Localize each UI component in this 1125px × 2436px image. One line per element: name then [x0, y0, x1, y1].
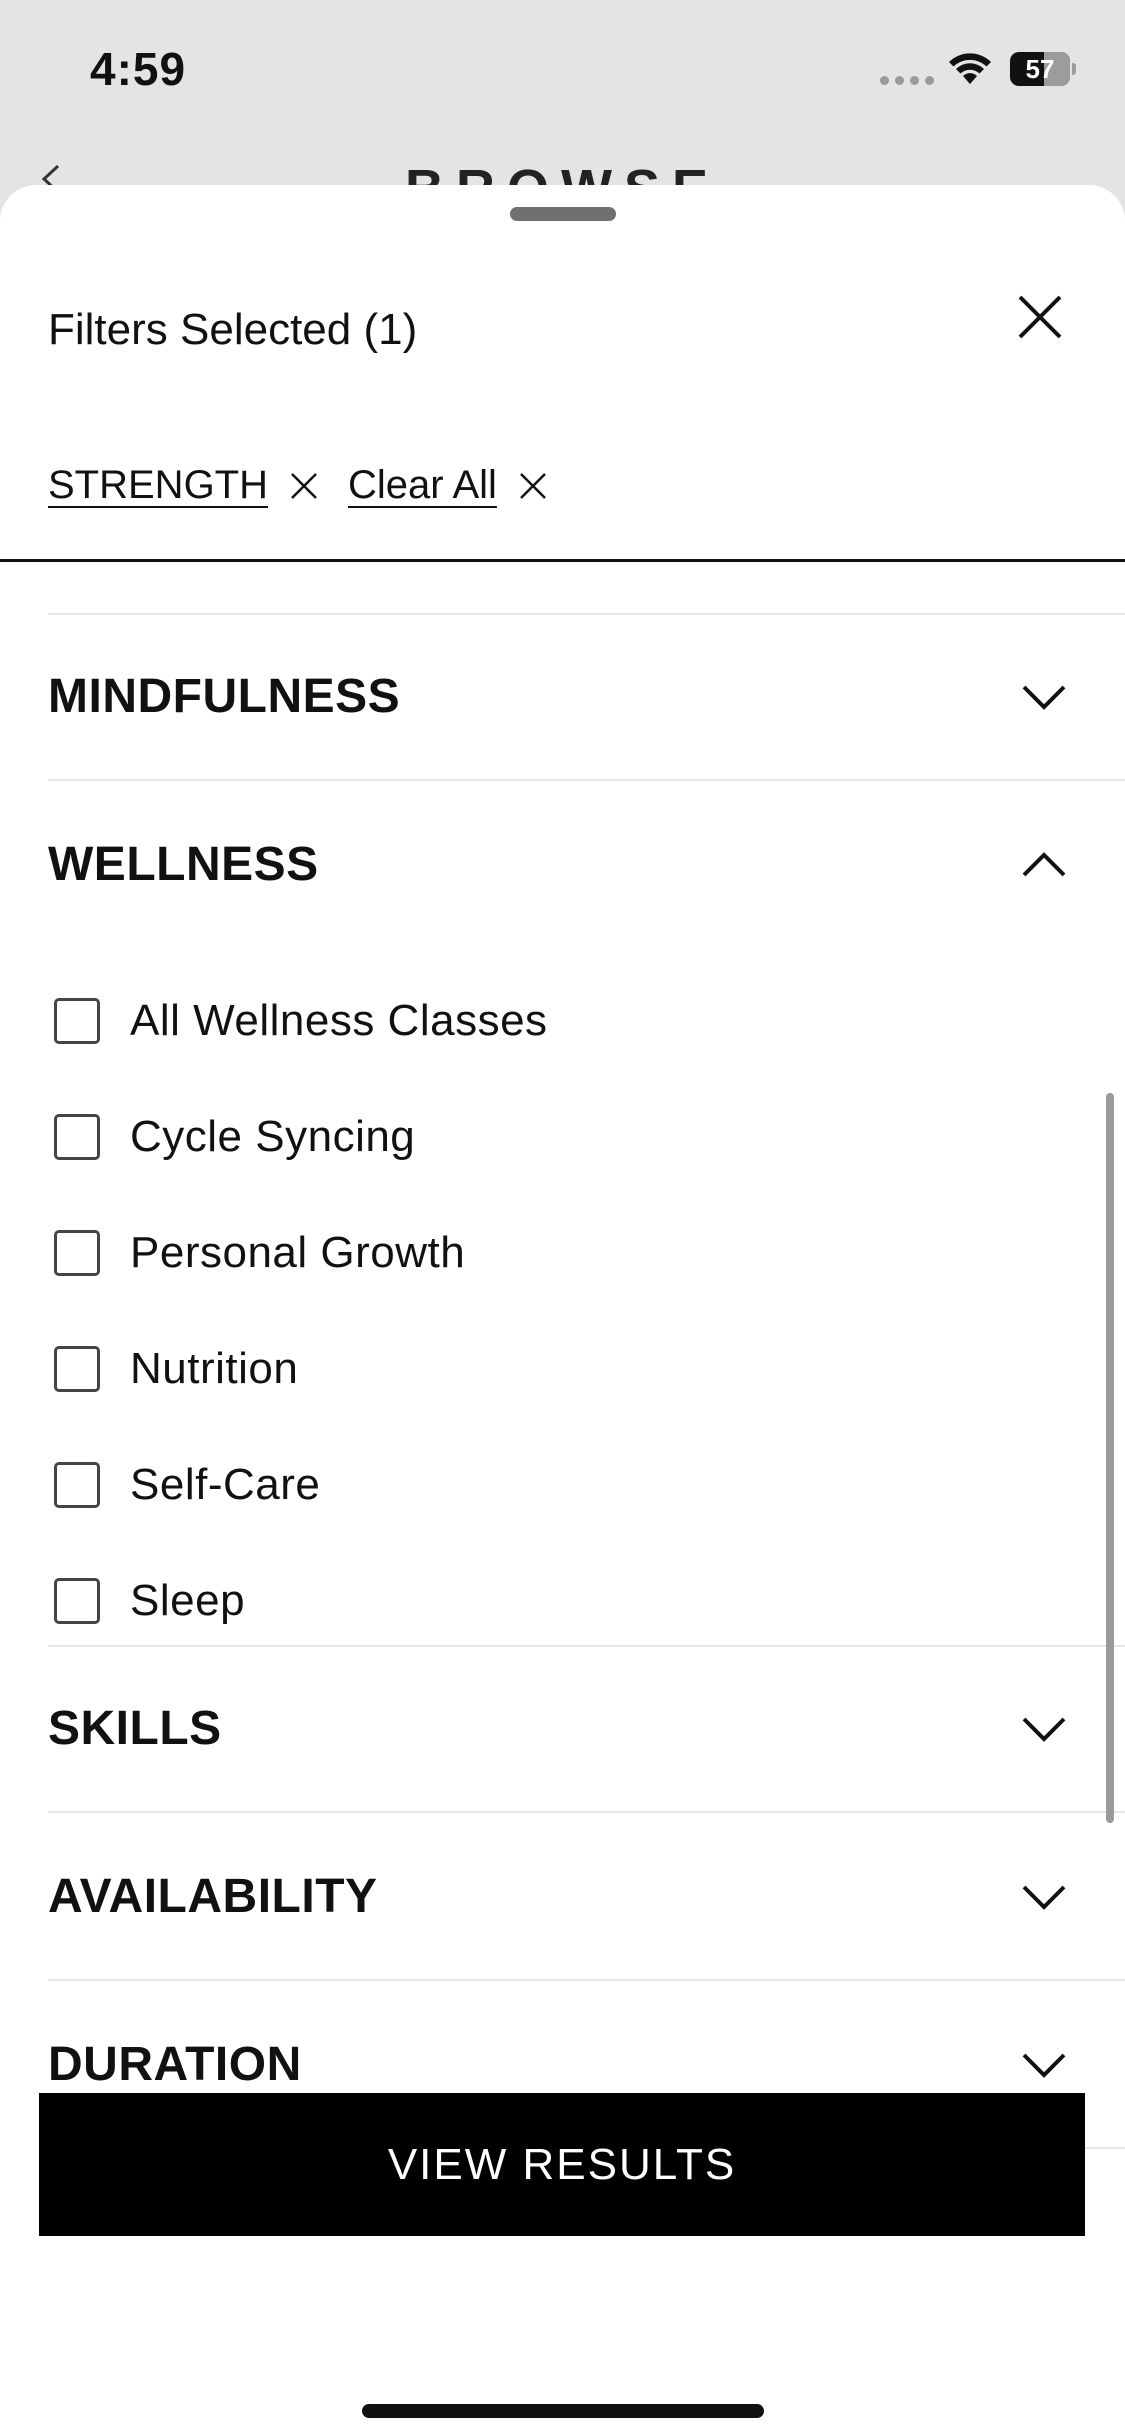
checkbox[interactable]: [54, 1578, 100, 1624]
option-label: Cycle Syncing: [130, 1112, 416, 1161]
chevron-up-icon: [1022, 852, 1066, 877]
option-all-wellness-classes[interactable]: All Wellness Classes: [54, 981, 548, 1061]
section-label: AVAILABILITY: [48, 1870, 378, 1923]
clear-all-button[interactable]: Clear All: [348, 463, 549, 508]
section-label: WELLNESS: [48, 838, 319, 891]
option-nutrition[interactable]: Nutrition: [54, 1329, 298, 1409]
filter-chip-strength[interactable]: STRENGTH: [48, 463, 320, 508]
close-icon: [1018, 295, 1062, 339]
section-wellness[interactable]: WELLNESS: [48, 783, 1125, 949]
wifi-icon: [949, 53, 991, 84]
option-label: Sleep: [130, 1576, 246, 1625]
option-label: Self-Care: [130, 1460, 321, 1509]
section-label: MINDFULNESS: [48, 670, 401, 723]
option-label: Personal Growth: [130, 1228, 466, 1277]
section-mindfulness[interactable]: MINDFULNESS: [48, 615, 1125, 781]
section-label: SKILLS: [48, 1702, 222, 1755]
sheet-grabber-handle[interactable]: [510, 207, 616, 221]
filters-sheet: Filters Selected (1) STRENGTH Clear All: [0, 185, 1125, 2436]
section-skills[interactable]: SKILLS: [48, 1647, 1125, 1813]
battery-percentage: 57: [1025, 54, 1055, 84]
view-results-button[interactable]: VIEW RESULTS: [39, 2093, 1085, 2236]
checkbox[interactable]: [54, 1346, 100, 1392]
option-cycle-syncing[interactable]: Cycle Syncing: [54, 1097, 415, 1177]
battery-icon: 57: [1010, 52, 1076, 86]
option-label: Nutrition: [130, 1344, 299, 1393]
close-button[interactable]: [1010, 287, 1070, 347]
option-personal-growth[interactable]: Personal Growth: [54, 1213, 465, 1293]
option-label: All Wellness Classes: [130, 996, 548, 1045]
checkbox[interactable]: [54, 998, 100, 1044]
status-bar: 4:59 57: [0, 0, 1125, 140]
section-availability[interactable]: AVAILABILITY: [48, 1815, 1125, 1981]
remove-icon: [291, 472, 317, 499]
option-sleep[interactable]: Sleep: [54, 1561, 245, 1641]
filters-selected-title: Filters Selected (1): [48, 305, 418, 354]
chevron-down-icon: [1022, 1885, 1066, 1910]
scrollbar[interactable]: [1106, 1093, 1114, 1823]
chevron-down-icon: [1022, 2053, 1066, 2078]
chevron-down-icon: [1022, 1717, 1066, 1742]
option-self-care[interactable]: Self-Care: [54, 1445, 320, 1525]
checkbox[interactable]: [54, 1114, 100, 1160]
chevron-down-icon: [1022, 685, 1066, 710]
status-time: 4:59: [90, 43, 187, 95]
cellular-signal-icon: [880, 76, 934, 85]
home-indicator[interactable]: [362, 2404, 764, 2418]
clear-all-label: Clear All: [348, 463, 497, 507]
selected-filter-chips: STRENGTH Clear All: [48, 463, 549, 508]
filter-chip-label: STRENGTH: [48, 463, 268, 507]
checkbox[interactable]: [54, 1230, 100, 1276]
screen: 4:59 57 BROWSE Filters Selected (1): [0, 0, 1125, 2436]
checkbox[interactable]: [54, 1462, 100, 1508]
remove-icon: [520, 472, 546, 499]
header-divider: [0, 559, 1125, 562]
